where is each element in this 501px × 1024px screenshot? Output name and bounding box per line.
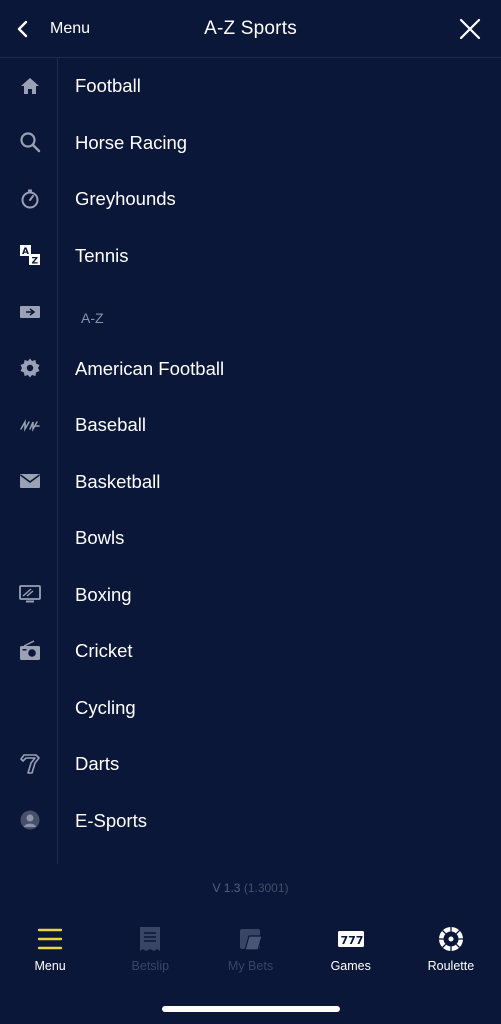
svg-text:A: A: [22, 247, 29, 257]
az-icon[interactable]: AZ: [17, 242, 43, 268]
icon-rail: AZ: [0, 58, 58, 864]
svg-text:Z: Z: [32, 257, 39, 267]
list-item-horse-racing[interactable]: Horse Racing: [75, 123, 475, 163]
envelope-icon[interactable]: [17, 468, 43, 494]
tab-betslip-label: Betslip: [131, 959, 170, 973]
version-label: V 1.3 (1.3001): [0, 881, 501, 895]
tab-my-bets-label: My Bets: [227, 959, 274, 973]
tab-betslip[interactable]: Betslip: [100, 915, 200, 985]
tab-roulette[interactable]: Roulette: [401, 915, 501, 985]
monitor-icon[interactable]: [17, 581, 43, 607]
radio-icon[interactable]: [17, 638, 43, 664]
page-title: A-Z Sports: [204, 18, 297, 39]
svg-text:777: 777: [340, 934, 363, 947]
version-number: V 1.3: [212, 881, 241, 895]
tab-my-bets[interactable]: My Bets: [200, 915, 300, 985]
tab-games-label: Games: [330, 959, 371, 973]
stopwatch-icon[interactable]: [17, 186, 43, 212]
tab-roulette-label: Roulette: [427, 959, 475, 973]
list-item-greyhounds[interactable]: Greyhounds: [75, 179, 475, 219]
slots-icon: 777: [337, 931, 364, 947]
gear-icon[interactable]: [17, 355, 43, 381]
tab-games[interactable]: 777 Games: [301, 915, 401, 985]
home-icon[interactable]: [17, 73, 43, 99]
section-heading-az: A-Z: [81, 310, 104, 326]
version-build: (1.3001): [243, 881, 289, 895]
bottom-tab-bar: Menu Betslip My Bets 777 Games Roulette: [0, 915, 501, 985]
tab-menu[interactable]: Menu: [0, 915, 100, 985]
home-indicator: [162, 1006, 340, 1012]
hamburger-icon: [37, 928, 63, 950]
search-icon[interactable]: [17, 129, 43, 155]
list-item-american-football[interactable]: American Football: [75, 349, 475, 389]
tab-menu-label: Menu: [34, 959, 66, 973]
list-item-basketball[interactable]: Basketball: [75, 462, 475, 502]
roulette-icon: [438, 927, 463, 951]
mybets-icon: [239, 929, 263, 951]
betslip-icon: [140, 927, 161, 951]
signature-icon[interactable]: [17, 412, 43, 438]
list-item-darts[interactable]: Darts: [75, 744, 475, 784]
list-item-boxing[interactable]: Boxing: [75, 575, 475, 615]
list-item-baseball[interactable]: Baseball: [75, 405, 475, 445]
list-item-e-sports[interactable]: E-Sports: [75, 801, 475, 841]
list-item-bowls[interactable]: Bowls: [75, 518, 475, 558]
list-item-cycling[interactable]: Cycling: [75, 688, 475, 728]
list-item-cricket[interactable]: Cricket: [75, 631, 475, 671]
header: Menu A-Z Sports: [0, 0, 501, 58]
list-item-tennis[interactable]: Tennis: [75, 236, 475, 276]
avatar-icon[interactable]: [17, 807, 43, 833]
ticket-icon[interactable]: [17, 299, 43, 325]
shirt-icon[interactable]: [17, 751, 43, 777]
close-icon[interactable]: [459, 18, 481, 40]
list-item-football[interactable]: Football: [75, 66, 475, 106]
